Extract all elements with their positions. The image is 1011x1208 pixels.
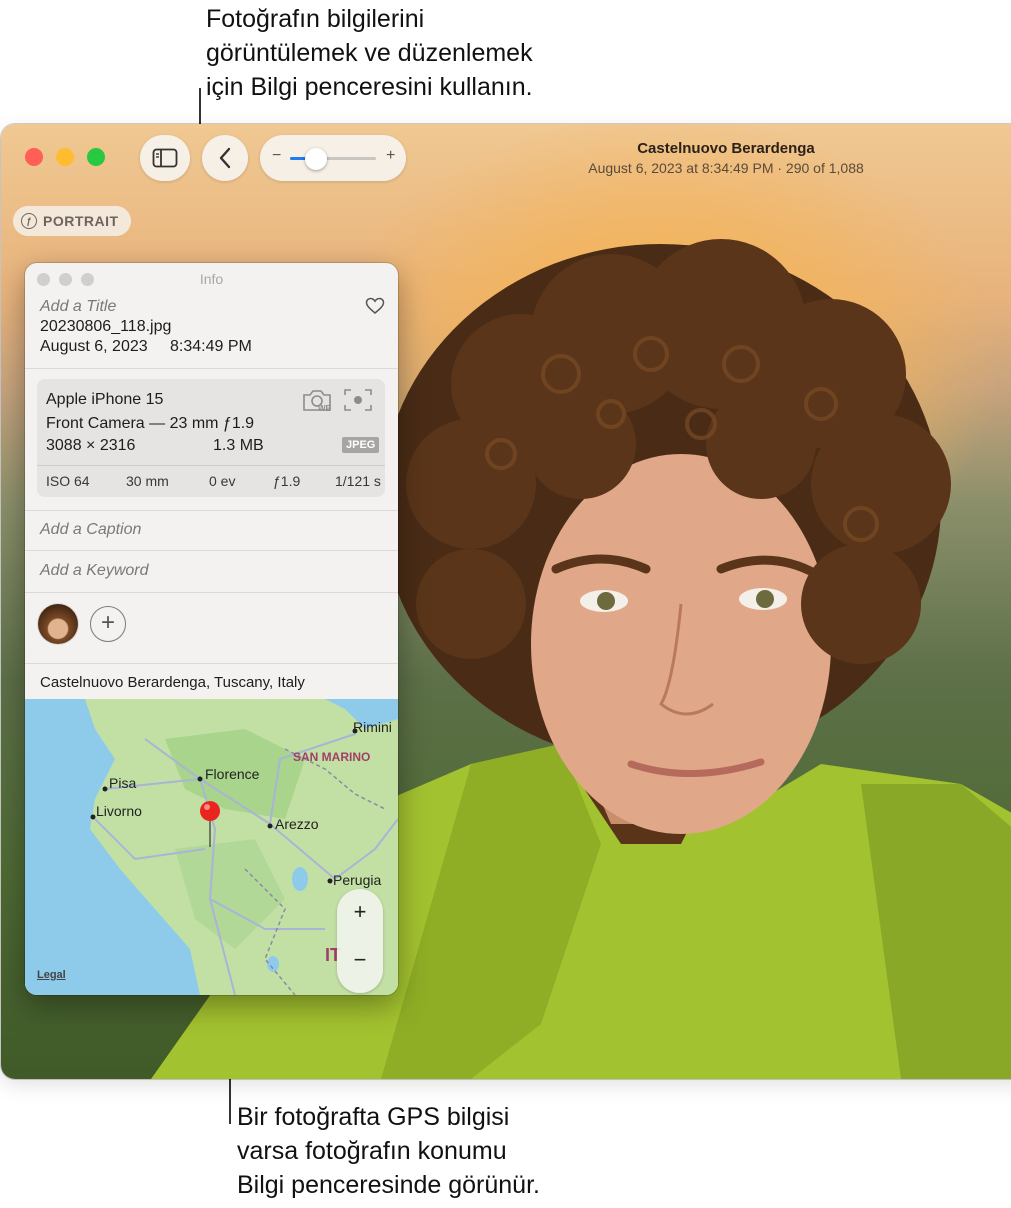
camera-lens: Front Camera — 23 mm ƒ1.9 [46,415,255,432]
map-label-rimini: Rimini [353,719,392,735]
location-label: Castelnuovo Berardenga, Tuscany, Italy [40,674,305,691]
zoom-slider-knob[interactable] [304,148,327,170]
info-titlebar: Info [25,263,398,295]
minimize-button[interactable] [56,148,74,166]
map-zoom-in-button[interactable]: + [337,899,383,925]
window-subtitle: August 6, 2023 at 8:34:49 PM · 290 of 1,… [588,160,864,176]
capture-time: 8:34:49 PM [170,338,252,355]
location-map[interactable]: Rimini SAN MARINO Pisa Florence Livorno … [25,699,398,995]
map-label-pisa: Pisa [109,775,136,791]
back-button[interactable] [202,135,248,181]
exif-shutter-speed: 1/121 s [335,473,381,489]
camera-model: Apple iPhone 15 [46,391,164,408]
zoom-slider[interactable]: − + [260,135,406,181]
divider [25,550,398,551]
svg-text:WB: WB [318,404,332,413]
map-label-livorno: Livorno [96,803,142,819]
info-window: Info Add a Title 20230806_118.jpg August… [25,263,398,995]
map-label-florence: Florence [205,766,260,782]
exif-exposure-bias: 0 ev [209,473,236,489]
close-button[interactable] [25,148,43,166]
white-balance-icon: WB [303,390,332,413]
heart-icon[interactable] [365,297,385,315]
window-title: Castelnuovo Berardenga [637,140,815,157]
camera-details: Apple iPhone 15 Front Camera — 23 mm ƒ1.… [37,379,385,497]
zoom-slider-track [290,157,376,160]
callout-gps-location: Bir fotoğrafta GPS bilgisi varsa fotoğra… [237,1103,540,1199]
callout-info-window: Fotoğrafın bilgilerini görüntülemek ve d… [206,5,533,101]
metering-icon [344,389,372,411]
format-badge: JPEG [342,437,380,453]
exif-iso: ISO 64 [46,473,90,489]
map-label-arezzo: Arezzo [275,816,319,832]
portrait-label: PORTRAIT [43,213,119,229]
sidebar-toggle-button[interactable] [140,135,190,181]
divider [25,592,398,593]
divider [25,663,398,664]
file-size: 1.3 MB [213,437,264,454]
filename: 20230806_118.jpg [40,318,172,335]
divider [25,510,398,511]
map-zoom-control: + − [337,889,383,993]
add-person-button[interactable]: + [90,606,126,642]
chevron-left-icon [219,147,231,169]
aperture-icon: ƒ [21,213,37,229]
capture-date: August 6, 2023 [40,338,148,355]
map-zoom-out-button[interactable]: − [337,947,383,973]
title-field[interactable]: Add a Title [40,298,116,316]
info-title: Info [199,271,224,287]
exif-aperture: ƒ1.9 [273,473,301,489]
caption-field[interactable]: Add a Caption [40,521,141,539]
fullscreen-button[interactable] [87,148,105,166]
divider [37,465,385,466]
portrait-badge[interactable]: ƒ PORTRAIT [13,206,131,236]
keyword-field[interactable]: Add a Keyword [40,562,149,580]
map-label-perugia: Perugia [333,872,381,888]
sidebar-icon [152,148,178,168]
image-resolution: 3088 × 2316 [46,437,136,454]
divider [25,368,398,369]
map-legal-link[interactable]: Legal [37,969,66,981]
exif-focal-length: 30 mm [126,473,169,489]
map-label-san-marino: SAN MARINO [293,750,370,764]
zoom-in-icon: + [386,147,396,164]
person-avatar[interactable] [38,604,78,644]
zoom-out-icon: − [272,147,282,164]
